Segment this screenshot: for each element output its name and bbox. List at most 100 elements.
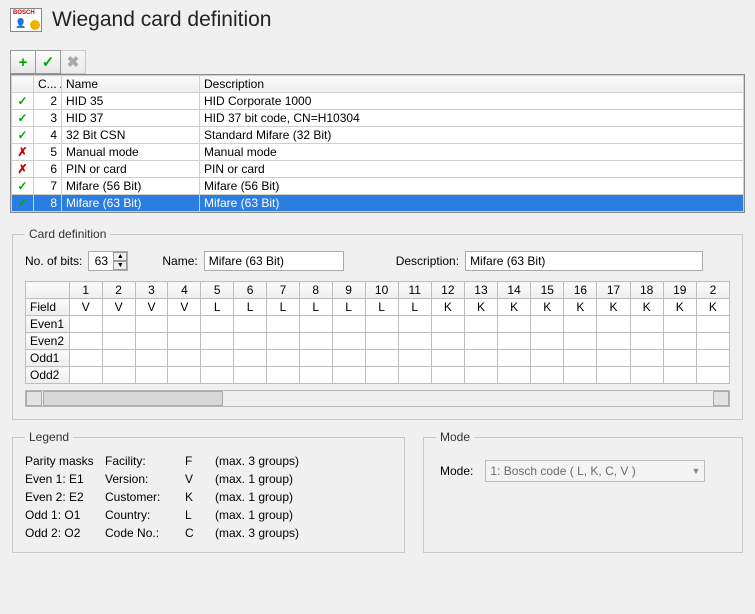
bit-cell[interactable] [564,316,597,333]
bit-cell[interactable] [398,333,431,350]
bit-cell[interactable] [663,333,696,350]
bit-cell[interactable] [69,350,102,367]
bit-cell[interactable] [630,316,663,333]
col-status-icon[interactable] [12,76,34,93]
bit-cell[interactable] [398,316,431,333]
bit-cell[interactable] [168,367,201,384]
bit-cell[interactable]: K [531,299,564,316]
bit-cell[interactable] [234,367,267,384]
bit-cell[interactable] [267,350,300,367]
bit-cell[interactable] [102,367,135,384]
bit-cell[interactable]: L [398,299,431,316]
spin-down-icon[interactable]: ▼ [113,261,127,270]
bit-cell[interactable] [464,333,497,350]
bit-cell[interactable] [332,333,365,350]
bit-cell[interactable]: K [597,299,630,316]
table-row[interactable]: ✓3HID 37HID 37 bit code, CN=H10304 [12,110,744,127]
bit-cell[interactable]: V [69,299,102,316]
bit-cell[interactable] [696,316,729,333]
bit-cell[interactable] [332,367,365,384]
bit-cell[interactable] [201,316,234,333]
bit-cell[interactable]: K [464,299,497,316]
bit-cell[interactable] [267,367,300,384]
table-row[interactable]: ✗5Manual modeManual mode [12,144,744,161]
bit-cell[interactable] [597,333,630,350]
col-description[interactable]: Description [200,76,744,93]
bit-cell[interactable] [299,316,332,333]
bit-cell[interactable]: L [234,299,267,316]
bit-cell[interactable] [696,350,729,367]
bit-cell[interactable] [398,350,431,367]
scroll-left-icon[interactable] [26,391,42,406]
bit-cell[interactable] [267,333,300,350]
bit-cell[interactable]: L [299,299,332,316]
bit-cell[interactable] [234,316,267,333]
bit-cell[interactable] [168,316,201,333]
spin-up-icon[interactable]: ▲ [113,252,127,261]
horizontal-scrollbar[interactable] [25,390,730,407]
bit-cell[interactable]: V [168,299,201,316]
mode-select[interactable]: 1: Bosch code ( L, K, C, V ) ▼ [485,460,705,482]
bit-cell[interactable]: L [365,299,398,316]
bit-cell[interactable] [464,367,497,384]
bit-cell[interactable] [299,367,332,384]
bit-cell[interactable] [299,350,332,367]
bit-cell[interactable] [531,316,564,333]
bit-cell[interactable] [431,367,464,384]
name-input[interactable] [204,251,344,271]
bit-cell[interactable] [332,350,365,367]
bit-cell[interactable] [102,333,135,350]
bit-cell[interactable] [498,333,531,350]
bit-cell[interactable] [498,316,531,333]
bit-cell[interactable] [102,316,135,333]
bit-cell[interactable]: K [564,299,597,316]
bit-cell[interactable] [365,316,398,333]
bit-cell[interactable] [564,367,597,384]
bit-cell[interactable] [597,350,630,367]
bit-cell[interactable] [663,316,696,333]
bit-cell[interactable] [332,316,365,333]
bit-cell[interactable] [135,350,168,367]
bit-cell[interactable] [135,333,168,350]
bit-cell[interactable]: L [201,299,234,316]
bit-cell[interactable] [365,350,398,367]
bit-cell[interactable] [531,333,564,350]
bit-cell[interactable] [267,316,300,333]
bit-cell[interactable] [630,350,663,367]
bit-cell[interactable] [69,316,102,333]
bit-cell[interactable] [398,367,431,384]
bit-cell[interactable] [464,316,497,333]
bit-cell[interactable] [498,350,531,367]
bit-cell[interactable] [564,333,597,350]
bit-cell[interactable]: V [135,299,168,316]
bit-cell[interactable] [135,316,168,333]
bit-cell[interactable]: L [332,299,365,316]
bit-cell[interactable] [201,367,234,384]
bit-cell[interactable] [464,350,497,367]
bit-cell[interactable]: V [102,299,135,316]
no-of-bits-input[interactable] [89,253,113,269]
bit-cell[interactable] [531,350,564,367]
col-count[interactable]: C... ▴ [34,76,62,93]
bit-cell[interactable]: K [498,299,531,316]
bit-cell[interactable] [630,367,663,384]
bit-cell[interactable] [597,367,630,384]
bit-cell[interactable] [498,367,531,384]
bit-cell[interactable] [234,350,267,367]
table-row[interactable]: ✓432 Bit CSNStandard Mifare (32 Bit) [12,127,744,144]
bit-cell[interactable] [234,333,267,350]
bit-cell[interactable] [597,316,630,333]
bit-cell[interactable] [69,333,102,350]
bit-cell[interactable] [431,350,464,367]
table-row[interactable]: ✗6PIN or cardPIN or card [12,161,744,178]
table-row[interactable]: ✓2HID 35HID Corporate 1000 [12,93,744,110]
apply-button[interactable]: ✓ [35,50,61,74]
scroll-right-icon[interactable] [713,391,729,406]
bit-cell[interactable] [531,367,564,384]
bit-cell[interactable] [299,333,332,350]
bit-cell[interactable]: K [431,299,464,316]
no-of-bits-stepper[interactable]: ▲ ▼ [88,251,128,271]
bit-cell[interactable] [135,367,168,384]
delete-button[interactable]: ✖ [60,50,86,74]
scroll-thumb[interactable] [43,391,223,406]
